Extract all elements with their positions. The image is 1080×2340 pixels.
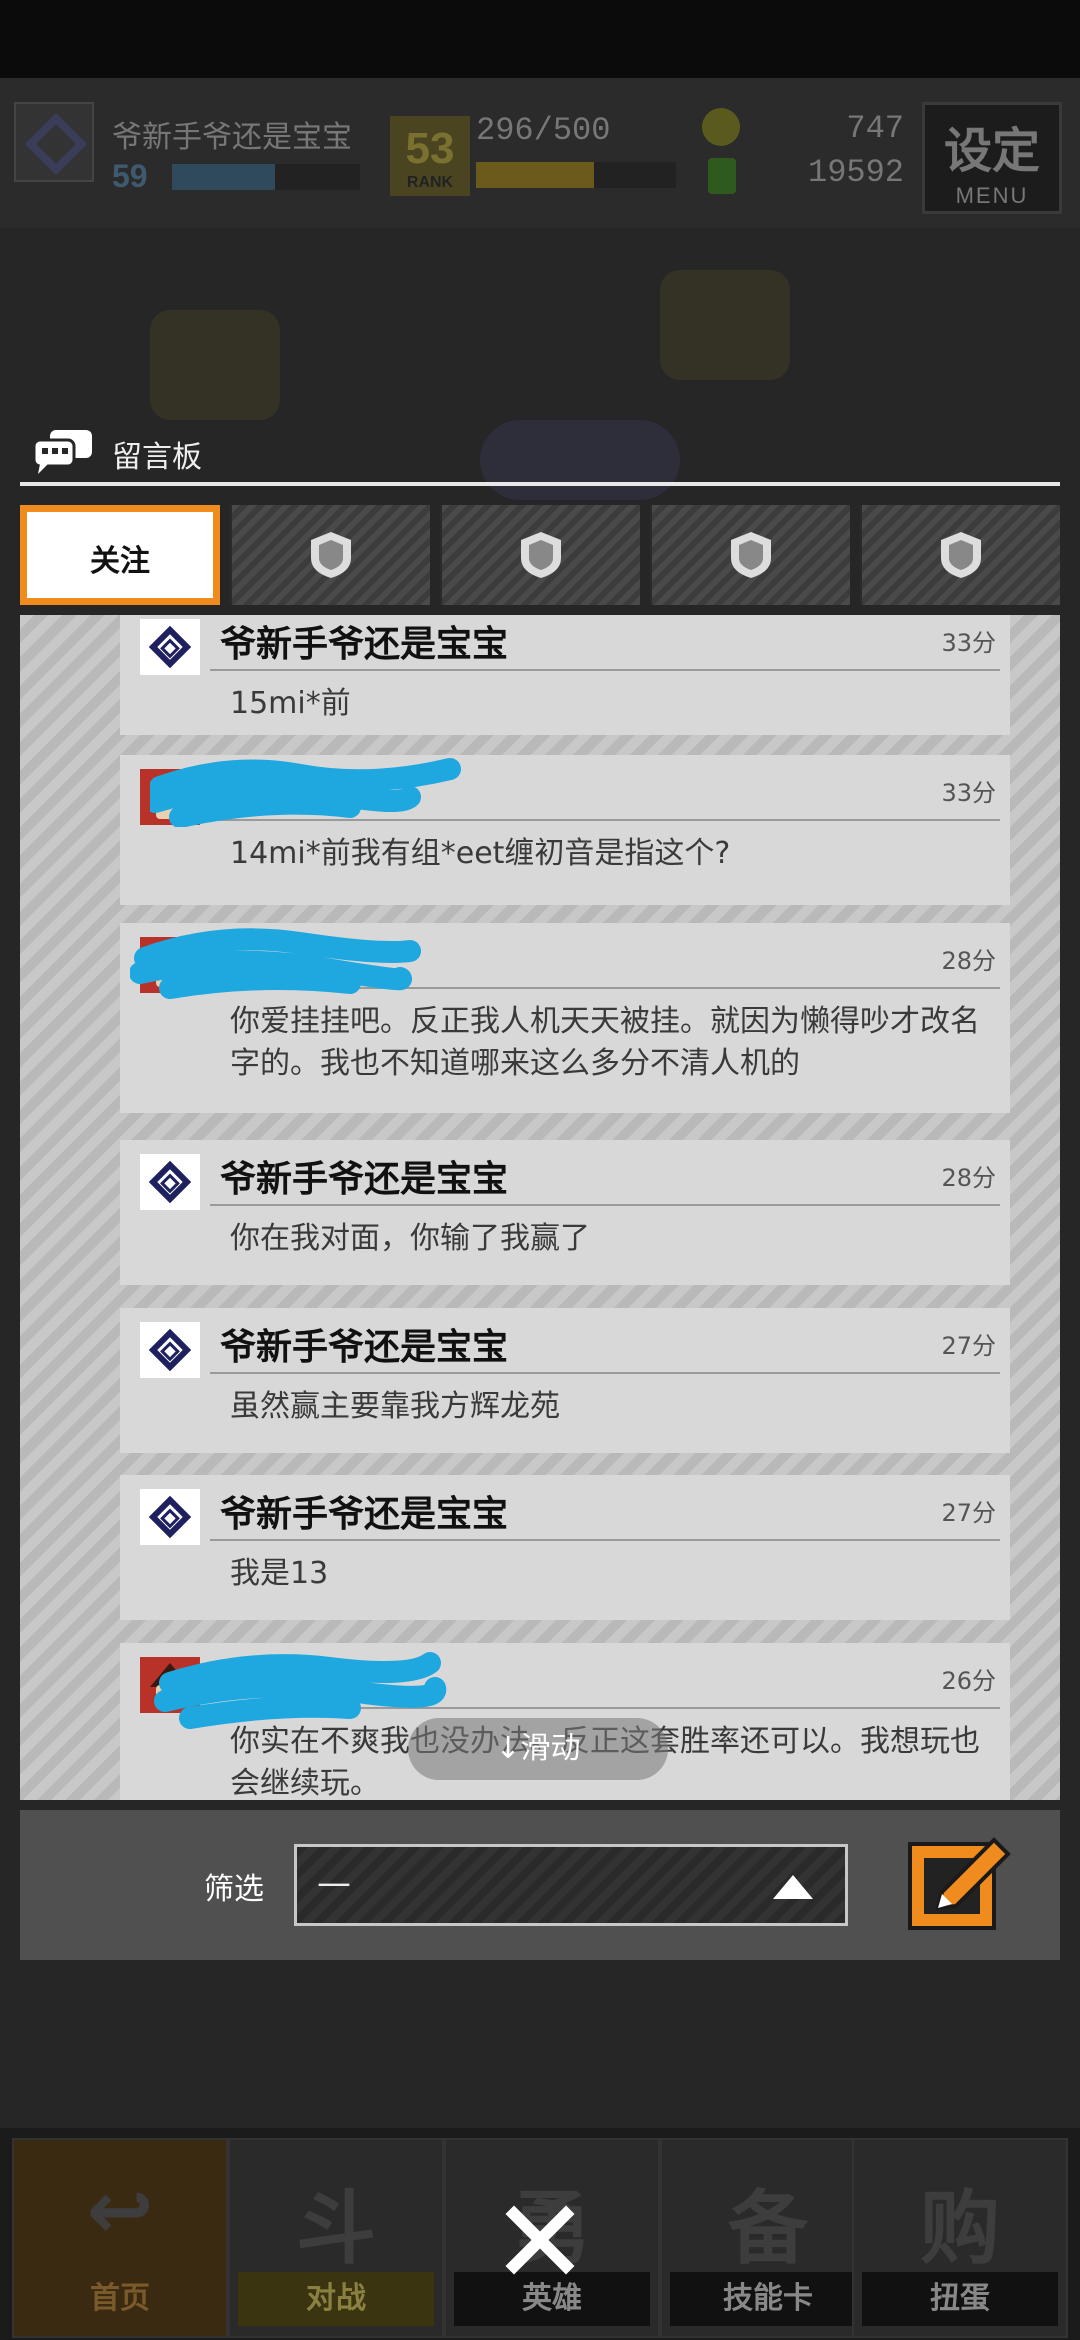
emblem-icon	[148, 1328, 192, 1372]
tab-bar: 关注	[20, 505, 1060, 605]
gacha-icon: 购	[920, 2182, 1000, 2275]
rank-bar	[476, 162, 676, 188]
message-item[interactable]: 爷新手爷还是宝宝 33分 15mi*前	[120, 615, 1010, 735]
emblem-icon	[148, 1160, 192, 1204]
tab-guild-3[interactable]	[650, 505, 850, 605]
nav-gacha[interactable]: 购 扭蛋	[852, 2138, 1068, 2338]
board-header: 留言板	[20, 418, 1060, 488]
user-avatar[interactable]	[140, 619, 200, 675]
redaction-scribble	[150, 758, 461, 827]
shield-icon	[311, 532, 351, 578]
compose-button[interactable]	[908, 1830, 1020, 1940]
shield-icon	[941, 532, 981, 578]
message-body: 你在我对面，你输了我赢了	[230, 1221, 590, 1256]
tab-guild-2[interactable]	[440, 505, 640, 605]
player-avatar[interactable]	[14, 102, 94, 182]
message-divider	[210, 669, 1000, 671]
message-body: 你爱挂挂吧。反正我人机天天被挂。就因为懒得吵才改名字的。我也不知道哪来这么多分不…	[230, 1004, 980, 1081]
background-decoration	[150, 310, 280, 420]
message-username[interactable]: 爷新手爷还是宝宝	[220, 1150, 508, 1202]
player-name: 爷新手爷还是宝宝	[112, 121, 352, 154]
rank-label: RANK	[406, 174, 454, 191]
message-body: 15mi*前	[230, 686, 351, 721]
nav-battle[interactable]: 斗 对战	[228, 2138, 444, 2338]
player-emblem-icon	[24, 112, 88, 176]
game-hud: 爷新手爷还是宝宝 59 53 RANK 296/500 747 19592 设定…	[0, 78, 1080, 228]
nav-label: 首页	[22, 2272, 218, 2326]
message-time: 28分	[941, 947, 996, 975]
nav-label: 英雄	[454, 2272, 650, 2326]
message-item[interactable]: 33分 14mi*前我有组*eet缠初音是指这个?	[120, 755, 1010, 905]
shield-icon	[731, 532, 771, 578]
app-screen: 爷新手爷还是宝宝 59 53 RANK 296/500 747 19592 设定…	[0, 0, 1080, 2340]
message-time: 27分	[941, 1332, 996, 1360]
nav-label: 技能卡	[670, 2272, 866, 2326]
message-username[interactable]: 爷新手爷还是宝宝	[220, 1485, 508, 1537]
background-decoration	[660, 270, 790, 380]
gem-icon	[708, 158, 736, 194]
tab-label: 关注	[90, 544, 150, 579]
message-time: 26分	[941, 1667, 996, 1695]
message-time: 27分	[941, 1499, 996, 1527]
message-time: 28分	[941, 1164, 996, 1192]
message-body: 我是13	[230, 1556, 329, 1591]
gem-count: 19592	[807, 154, 904, 191]
shield-icon	[521, 532, 561, 578]
message-time: 33分	[941, 629, 996, 657]
nav-label: 扭蛋	[862, 2272, 1058, 2326]
user-avatar[interactable]	[140, 1489, 200, 1545]
status-bar	[0, 0, 1080, 78]
message-item[interactable]: 爷新手爷还是宝宝 27分 虽然赢主要靠我方辉龙苑	[120, 1308, 1010, 1453]
tab-guild-1[interactable]	[230, 505, 430, 605]
user-avatar[interactable]	[140, 1322, 200, 1378]
player-level: 59	[112, 158, 148, 194]
menu-label: MENU	[955, 183, 1029, 208]
header-divider	[20, 482, 1060, 486]
message-divider	[210, 1204, 1000, 1206]
nav-home[interactable]: ↩ 首页	[12, 2138, 228, 2338]
rank-number: 53	[405, 124, 455, 173]
rank-badge: 53 RANK	[390, 116, 470, 196]
redaction-scribble	[154, 1652, 447, 1729]
message-body: 14mi*前我有组*eet缠初音是指这个?	[230, 836, 731, 871]
emblem-icon	[148, 1495, 192, 1539]
tab-guild-4[interactable]	[860, 505, 1060, 605]
message-item[interactable]: 爷新手爷还是宝宝 27分 我是13	[120, 1475, 1010, 1620]
home-icon: ↩	[86, 2164, 154, 2257]
message-time: 33分	[941, 779, 996, 807]
menu-button[interactable]: 设定 MENU	[922, 102, 1062, 214]
message-username[interactable]: 爷新手爷还是宝宝	[220, 615, 508, 667]
board-title: 留言板	[112, 440, 202, 475]
chat-bubbles-icon	[32, 430, 92, 474]
emblem-icon	[148, 625, 192, 669]
scroll-hint: ↓滑动	[408, 1718, 668, 1780]
xp-bar-fill	[172, 164, 276, 190]
nav-skill-cards[interactable]: 备 技能卡	[660, 2138, 876, 2338]
message-item[interactable]: 28分 你爱挂挂吧。反正我人机天天被挂。就因为懒得吵才改名字的。我也不知道哪来这…	[120, 923, 1010, 1113]
coin-icon	[702, 108, 740, 146]
message-divider	[210, 1539, 1000, 1541]
triangle-up-icon	[773, 1875, 813, 1899]
nav-label: 对战	[238, 2272, 434, 2326]
coin-count: 747	[846, 110, 904, 147]
tab-follow[interactable]: 关注	[20, 505, 220, 605]
close-button[interactable]	[500, 2200, 580, 2280]
filter-label: 筛选	[204, 1872, 264, 1907]
filter-selected-value: —	[317, 1863, 351, 1903]
message-list[interactable]: 爷新手爷还是宝宝 33分 15mi*前 33分 14mi*前我有组*eet缠初音…	[20, 615, 1060, 1800]
menu-title: 设定	[943, 123, 1040, 179]
filter-dropdown[interactable]: —	[294, 1844, 848, 1926]
redaction-scribble	[130, 928, 421, 999]
rank-progress: 296/500	[476, 112, 611, 149]
message-body: 虽然赢主要靠我方辉龙苑	[230, 1389, 560, 1424]
message-divider	[210, 1372, 1000, 1374]
user-avatar[interactable]	[140, 1154, 200, 1210]
gamepad-icon: 斗	[296, 2182, 376, 2275]
cards-icon: 备	[728, 2182, 808, 2275]
rank-bar-fill	[476, 162, 594, 188]
xp-bar	[172, 164, 360, 190]
message-item[interactable]: 爷新手爷还是宝宝 28分 你在我对面，你输了我赢了	[120, 1140, 1010, 1285]
message-username[interactable]: 爷新手爷还是宝宝	[220, 1318, 508, 1370]
filter-panel: 筛选 —	[20, 1810, 1060, 1960]
